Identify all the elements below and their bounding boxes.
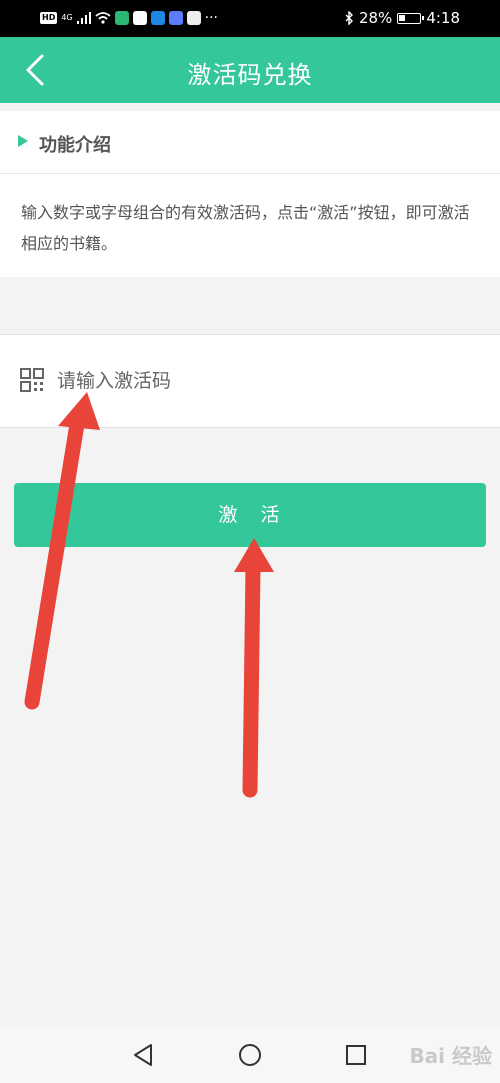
arrow-to-button	[234, 538, 274, 798]
status-bar-right: 28% 4:18	[344, 9, 460, 27]
more-notifications-icon: ···	[204, 10, 218, 26]
qr-code-icon	[20, 368, 44, 392]
arrow-to-input	[24, 392, 100, 710]
hand-notification-icon	[132, 11, 147, 25]
intro-header: 功能介绍	[0, 111, 500, 174]
battery-icon	[397, 12, 425, 24]
network-type: 4G	[61, 13, 73, 22]
system-nav-bar: Bai 经验	[0, 1028, 500, 1083]
watermark: Bai 经验	[409, 1044, 492, 1068]
hd-badge: HD	[40, 12, 58, 24]
status-bar: HD 4G ··· 28% 4:18	[0, 0, 500, 37]
intro-description: 输入数字或字母组合的有效激活码，点击“激活”按钮，即可激活相应的书籍。	[21, 203, 470, 253]
nav-recents-icon[interactable]	[343, 1042, 369, 1068]
app-notification-icon	[114, 11, 129, 25]
nav-home-icon[interactable]	[237, 1042, 263, 1068]
page-title: 激活码兑换	[187, 61, 313, 89]
clock: 4:18	[426, 9, 460, 27]
activation-code-input[interactable]	[55, 363, 479, 399]
triangle-right-icon	[18, 135, 28, 147]
mail-notification-icon	[186, 11, 201, 25]
wifi-icon	[95, 12, 111, 24]
app-header: 激活码兑换	[0, 37, 500, 103]
code-input-row	[0, 334, 500, 428]
music-notification-icon	[168, 11, 183, 25]
signal-icon	[76, 12, 91, 24]
status-bar-left: HD 4G ···	[40, 10, 218, 26]
nav-back-icon[interactable]	[131, 1042, 157, 1068]
activate-button[interactable]: 激 活	[14, 483, 486, 547]
intro-heading: 功能介绍	[39, 135, 111, 156]
battery-percent: 28%	[358, 9, 393, 27]
bluetooth-icon	[345, 11, 353, 25]
cloud-notification-icon	[150, 11, 165, 25]
intro-section: 功能介绍 输入数字或字母组合的有效激活码，点击“激活”按钮，即可激活相应的书籍。	[0, 111, 500, 277]
